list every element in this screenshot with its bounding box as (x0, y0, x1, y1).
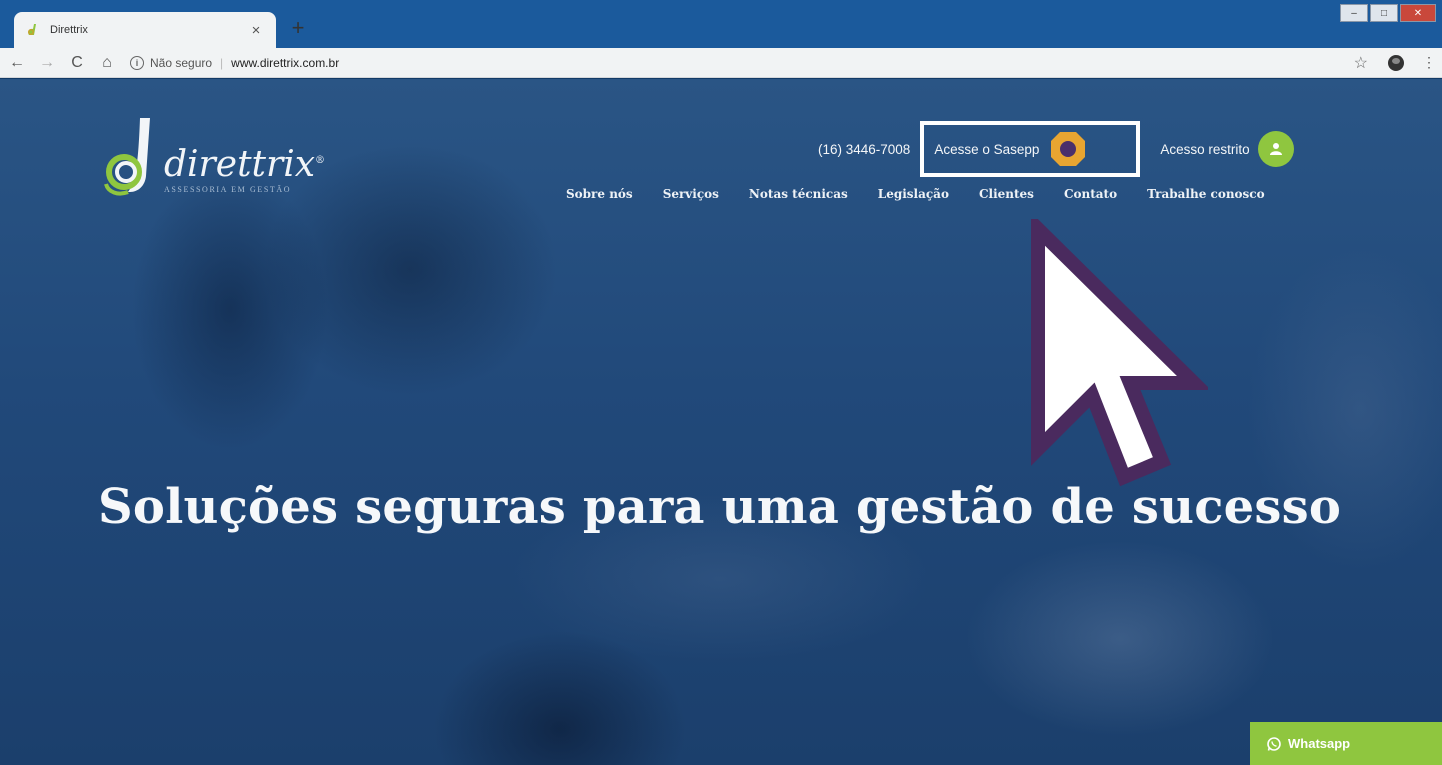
toolbar-right: ☆ ⋮ (1354, 53, 1436, 73)
forward-icon[interactable]: → (34, 50, 60, 76)
whatsapp-icon (1267, 736, 1281, 751)
back-icon[interactable]: ← (4, 50, 30, 76)
new-tab-button[interactable]: + (286, 16, 310, 40)
whatsapp-label: Whatsapp (1288, 736, 1351, 751)
address-bar[interactable]: i Não seguro | www.direttrix.com.br (130, 51, 1354, 75)
url-separator: | (220, 55, 224, 70)
direttrix-favicon-icon (26, 23, 40, 37)
tab-title: Direttrix (50, 24, 88, 36)
browser-titlebar: Direttrix × + – □ ✕ (0, 0, 1442, 48)
nav-servicos[interactable]: Serviços (663, 187, 719, 201)
nav-notas-tecnicas[interactable]: Notas técnicas (749, 187, 848, 201)
nav-legislacao[interactable]: Legislação (878, 187, 949, 201)
reload-icon[interactable]: C (64, 50, 90, 76)
close-window-button[interactable]: ✕ (1400, 4, 1436, 22)
nav-sobre-nos[interactable]: Sobre nós (566, 187, 633, 201)
browser-toolbar: ← → C ⌂ i Não seguro | www.direttrix.com… (0, 48, 1442, 78)
tab-close-icon[interactable]: × (248, 22, 264, 39)
sasepp-link[interactable]: Acesse o Sasepp (934, 142, 1039, 157)
mouse-pointer-icon (1031, 219, 1208, 487)
url-text[interactable]: www.direttrix.com.br (231, 56, 339, 70)
security-label[interactable]: Não seguro (150, 56, 212, 70)
sasepp-logo-icon[interactable] (1049, 130, 1087, 168)
site-logo[interactable]: direttrix® ASSESSORIA EM GESTÃO (100, 114, 325, 198)
nav-clientes[interactable]: Clientes (979, 187, 1034, 201)
bookmark-star-icon[interactable]: ☆ (1354, 53, 1368, 73)
user-icon[interactable] (1257, 131, 1294, 167)
home-icon[interactable]: ⌂ (94, 50, 120, 76)
window-controls: – □ ✕ (1338, 4, 1436, 22)
nav-contato[interactable]: Contato (1064, 187, 1117, 201)
maximize-button[interactable]: □ (1370, 4, 1398, 22)
sasepp-highlight-box[interactable]: Acesse o Sasepp (920, 121, 1141, 177)
logo-wordmark: direttrix® (164, 144, 326, 185)
browser-tab[interactable]: Direttrix × (14, 12, 276, 48)
restricted-access[interactable]: Acesso restrito (1160, 131, 1294, 167)
direttrix-logo-icon (104, 118, 150, 196)
hero-section: direttrix® ASSESSORIA EM GESTÃO (16) 344… (0, 79, 1442, 765)
logo-tagline: ASSESSORIA EM GESTÃO (164, 185, 292, 194)
info-icon[interactable]: i (130, 55, 144, 70)
nav-trabalhe-conosco[interactable]: Trabalhe conosco (1147, 187, 1265, 201)
restricted-access-label[interactable]: Acesso restrito (1160, 142, 1249, 157)
minimize-button[interactable]: – (1340, 4, 1368, 22)
browser-menu-icon[interactable]: ⋮ (1422, 54, 1436, 71)
main-nav: Sobre nós Serviços Notas técnicas Legisl… (566, 187, 1265, 201)
extension-icon[interactable] (1388, 54, 1404, 71)
whatsapp-button[interactable]: Whatsapp (1250, 722, 1442, 765)
top-contact-bar: (16) 3446-7008 Acesse o Sasepp Acesso re… (818, 121, 1294, 177)
phone-number[interactable]: (16) 3446-7008 (818, 142, 910, 157)
